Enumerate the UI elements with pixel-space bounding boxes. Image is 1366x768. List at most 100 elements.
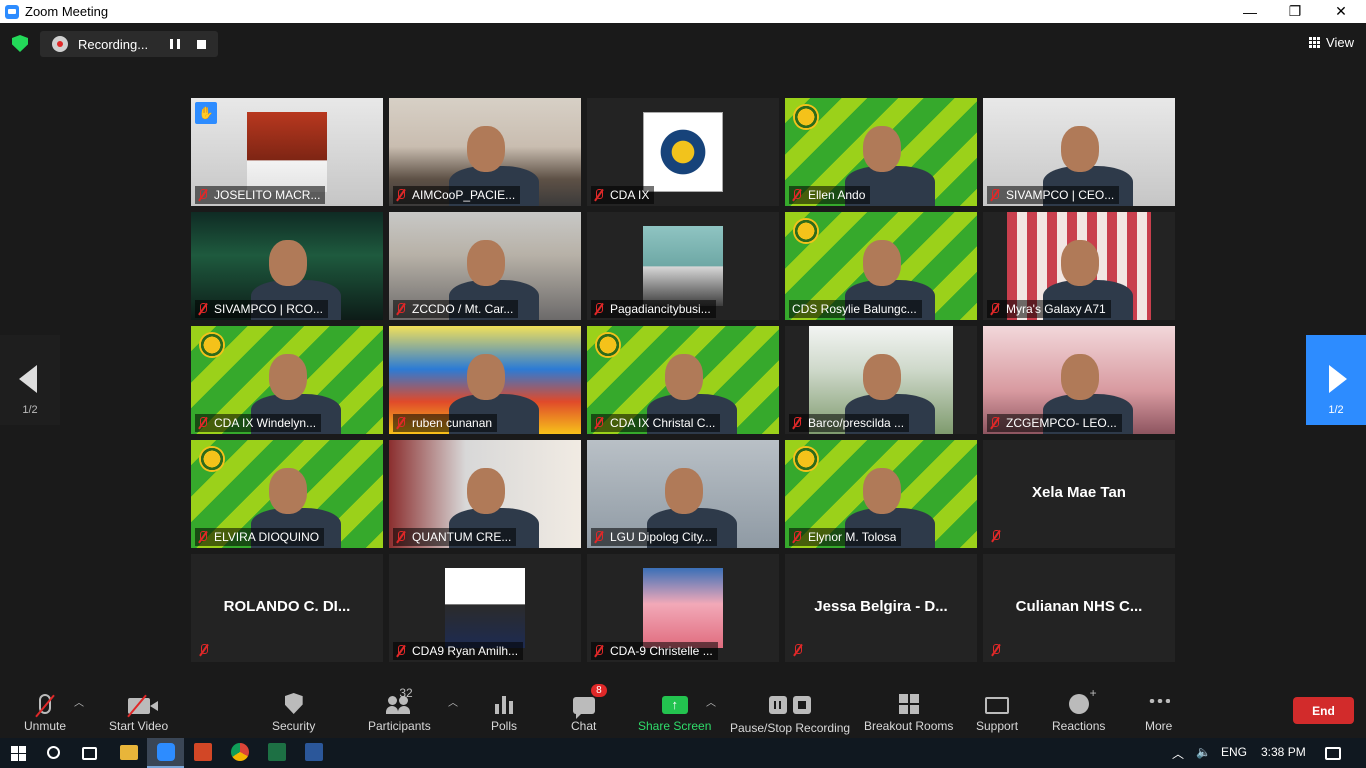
clock-time[interactable]: 3:38 PM — [1261, 745, 1306, 759]
security-button[interactable]: Security — [272, 688, 315, 733]
participant-tile[interactable]: QUANTUM CRE... — [389, 440, 581, 548]
participant-tile[interactable]: CDA9 Ryan Amilh... — [389, 554, 581, 662]
participant-tile[interactable]: ruben cunanan — [389, 326, 581, 434]
participant-tile[interactable]: Xela Mae Tan — [983, 440, 1175, 548]
search-icon[interactable] — [47, 746, 60, 759]
muted-mic-icon — [792, 531, 802, 543]
muted-mic-icon — [594, 417, 604, 429]
end-meeting-button[interactable]: End — [1293, 697, 1354, 724]
start-video-label: Start Video — [109, 719, 169, 733]
participant-tile[interactable]: ROLANDO C. DI... — [191, 554, 383, 662]
polls-button[interactable]: Polls — [491, 688, 517, 733]
participant-tile[interactable]: CDA IX Christal C... — [587, 326, 779, 434]
previous-page-button[interactable]: 1/2 — [0, 335, 60, 425]
participant-name: Barco/prescilda ... — [808, 416, 905, 430]
language-indicator[interactable]: ENG — [1221, 745, 1247, 759]
participant-tile[interactable]: CDS Rosylie Balungc... — [785, 212, 977, 320]
participant-name: ZCGEMPCO- LEO... — [1006, 416, 1117, 430]
powerpoint-icon[interactable] — [194, 743, 212, 761]
pause-stop-recording-label: Pause/Stop Recording — [730, 721, 851, 735]
participant-tile[interactable]: LGU Dipolog City... — [587, 440, 779, 548]
participant-tile[interactable]: SIVAMPCO | RCO... — [191, 212, 383, 320]
muted-mic-icon — [792, 189, 802, 201]
chat-button[interactable]: 8 Chat — [571, 684, 607, 733]
participant-tile[interactable]: Pagadiancitybusi... — [587, 212, 779, 320]
window-titlebar: Zoom Meeting — ❐ ✕ — [0, 0, 1366, 23]
restore-button[interactable]: ❐ — [1272, 0, 1318, 23]
start-video-button[interactable]: Start Video — [109, 688, 168, 733]
muted-mic-icon — [990, 303, 1000, 315]
participant-name: JOSELITO MACR... — [214, 188, 321, 202]
window-title: Zoom Meeting — [25, 4, 109, 19]
participant-tile[interactable]: Ellen Ando — [785, 98, 977, 206]
participant-face — [1061, 240, 1099, 286]
audio-options-caret-icon[interactable]: ︿ — [74, 694, 84, 709]
participant-face — [665, 468, 703, 514]
participant-tile[interactable]: Barco/prescilda ... — [785, 326, 977, 434]
excel-icon[interactable] — [268, 743, 286, 761]
file-explorer-icon[interactable] — [120, 745, 138, 760]
share-options-caret-icon[interactable]: ︿ — [706, 694, 716, 709]
participant-tile[interactable]: ✋ JOSELITO MACR... — [191, 98, 383, 206]
participant-video-frame — [445, 568, 525, 648]
participants-options-caret-icon[interactable]: ︿ — [448, 694, 458, 709]
participant-tile[interactable]: CDA IX — [587, 98, 779, 206]
recording-label: Recording... — [78, 36, 149, 52]
participant-tile[interactable]: SIVAMPCO | CEO... — [983, 98, 1175, 206]
participant-face — [467, 126, 505, 172]
breakout-rooms-button[interactable]: Breakout Rooms — [864, 688, 953, 733]
more-button[interactable]: More — [1145, 688, 1172, 733]
share-screen-button[interactable]: ↑ Share Screen — [638, 688, 711, 733]
participant-tile[interactable]: ELVIRA DIOQUINO — [191, 440, 383, 548]
muted-mic-icon — [396, 531, 406, 543]
task-view-icon[interactable] — [82, 747, 97, 760]
unmute-button[interactable]: Unmute — [24, 688, 66, 733]
encryption-shield-icon[interactable] — [12, 35, 28, 52]
participant-tile[interactable]: Culianan NHS C... — [983, 554, 1175, 662]
participant-name: LGU Dipolog City... — [610, 530, 712, 544]
participant-tile[interactable]: CDA IX Windelyn... — [191, 326, 383, 434]
volume-icon[interactable]: 🔈 — [1196, 745, 1211, 759]
zoom-taskbar-icon[interactable] — [157, 743, 175, 761]
participant-face — [1061, 126, 1099, 172]
stop-recording-icon[interactable] — [197, 39, 206, 49]
participant-tile[interactable]: CDA-9 Christelle ... — [587, 554, 779, 662]
pause-stop-recording-button[interactable]: Pause/Stop Recording — [730, 688, 850, 735]
participant-face — [1061, 354, 1099, 400]
muted-mic-icon — [198, 303, 208, 315]
breakout-rooms-label: Breakout Rooms — [864, 719, 954, 733]
participant-face — [863, 354, 901, 400]
view-button[interactable]: View — [1309, 35, 1354, 50]
tray-chevron-icon[interactable]: ︿ — [1172, 745, 1184, 762]
next-page-button[interactable]: 1/2 — [1306, 335, 1366, 425]
participant-name-bar: CDA-9 Christelle ... — [591, 642, 718, 660]
meeting-topbar: Recording... View — [0, 23, 1366, 65]
chrome-icon[interactable] — [231, 743, 249, 761]
close-button[interactable]: ✕ — [1318, 0, 1364, 23]
reactions-button[interactable]: Reactions — [1052, 686, 1105, 733]
word-icon[interactable] — [305, 743, 323, 761]
minimize-button[interactable]: — — [1227, 0, 1273, 23]
participants-button[interactable]: 32 Participants — [368, 686, 431, 733]
participant-tile[interactable]: Myra's Galaxy A71 — [983, 212, 1175, 320]
support-label: Support — [976, 719, 1019, 733]
participant-tile[interactable]: Jessa Belgira - D... — [785, 554, 977, 662]
participant-name: ruben cunanan — [412, 416, 493, 430]
security-shield-icon — [284, 693, 303, 714]
support-button[interactable]: Support — [976, 688, 1018, 733]
windows-start-icon[interactable] — [11, 746, 26, 761]
participant-tile[interactable]: AIMCooP_PACIE... — [389, 98, 581, 206]
participant-name: Elynor M. Tolosa — [808, 530, 897, 544]
pause-icon — [769, 696, 788, 714]
participant-name: Myra's Galaxy A71 — [1006, 302, 1106, 316]
participant-name-bar: ZCCDO / Mt. Car... — [393, 300, 519, 318]
muted-mic-icon — [39, 694, 52, 714]
notifications-icon[interactable] — [1325, 747, 1341, 760]
participant-name: ELVIRA DIOQUINO — [214, 530, 320, 544]
pause-recording-icon[interactable] — [170, 39, 180, 49]
raised-hand-icon: ✋ — [195, 102, 217, 124]
participant-name-bar: Ellen Ando — [789, 186, 871, 204]
participant-tile[interactable]: Elynor M. Tolosa — [785, 440, 977, 548]
participant-tile[interactable]: ZCCDO / Mt. Car... — [389, 212, 581, 320]
participant-tile[interactable]: ZCGEMPCO- LEO... — [983, 326, 1175, 434]
